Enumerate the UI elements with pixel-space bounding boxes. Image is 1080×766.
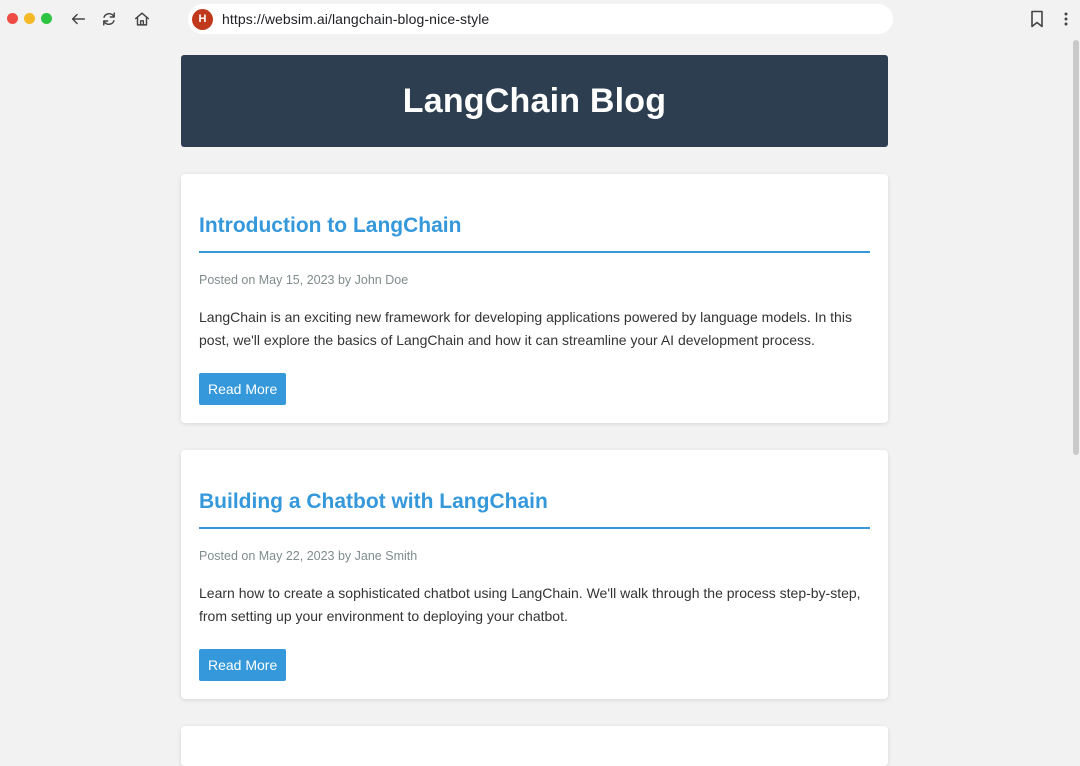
post-excerpt: LangChain is an exciting new framework f… — [199, 309, 852, 348]
read-more-button[interactable]: Read More — [199, 649, 287, 681]
read-more-button[interactable]: Read More — [199, 373, 287, 405]
home-icon[interactable] — [132, 9, 152, 29]
post-excerpt: Learn how to create a sophisticated chat… — [199, 585, 861, 624]
browser-toolbar: H https://websim.ai/langchain-blog-nice-… — [0, 0, 1080, 38]
kebab-menu-icon[interactable] — [1060, 9, 1072, 29]
title-divider — [199, 251, 870, 253]
blog-page: LangChain Blog Introduction to LangChain… — [181, 55, 888, 766]
back-arrow-icon[interactable] — [68, 9, 88, 29]
site-header: LangChain Blog — [181, 55, 888, 147]
post-title[interactable]: Introduction to LangChain — [199, 214, 461, 238]
scrollbar-thumb[interactable] — [1073, 40, 1079, 455]
minimize-window-button[interactable] — [24, 13, 35, 24]
site-favicon: H — [192, 8, 213, 30]
title-divider — [199, 527, 870, 529]
maximize-window-button[interactable] — [41, 13, 52, 24]
close-window-button[interactable] — [7, 13, 18, 24]
post-meta: Posted on May 15, 2023 by John Doe — [199, 273, 409, 287]
post-meta: Posted on May 22, 2023 by Jane Smith — [199, 549, 418, 563]
page-title: LangChain Blog — [402, 81, 667, 120]
reload-icon[interactable] — [99, 9, 119, 29]
post-card: Building a Chatbot with LangChain Posted… — [181, 450, 888, 699]
bookmark-icon[interactable] — [1027, 9, 1047, 29]
post-title[interactable]: Building a Chatbot with LangChain — [199, 490, 548, 514]
address-bar[interactable]: H https://websim.ai/langchain-blog-nice-… — [188, 4, 893, 34]
post-card — [181, 726, 888, 766]
url-text[interactable]: https://websim.ai/langchain-blog-nice-st… — [222, 11, 489, 27]
post-card: Introduction to LangChain Posted on May … — [181, 174, 888, 423]
